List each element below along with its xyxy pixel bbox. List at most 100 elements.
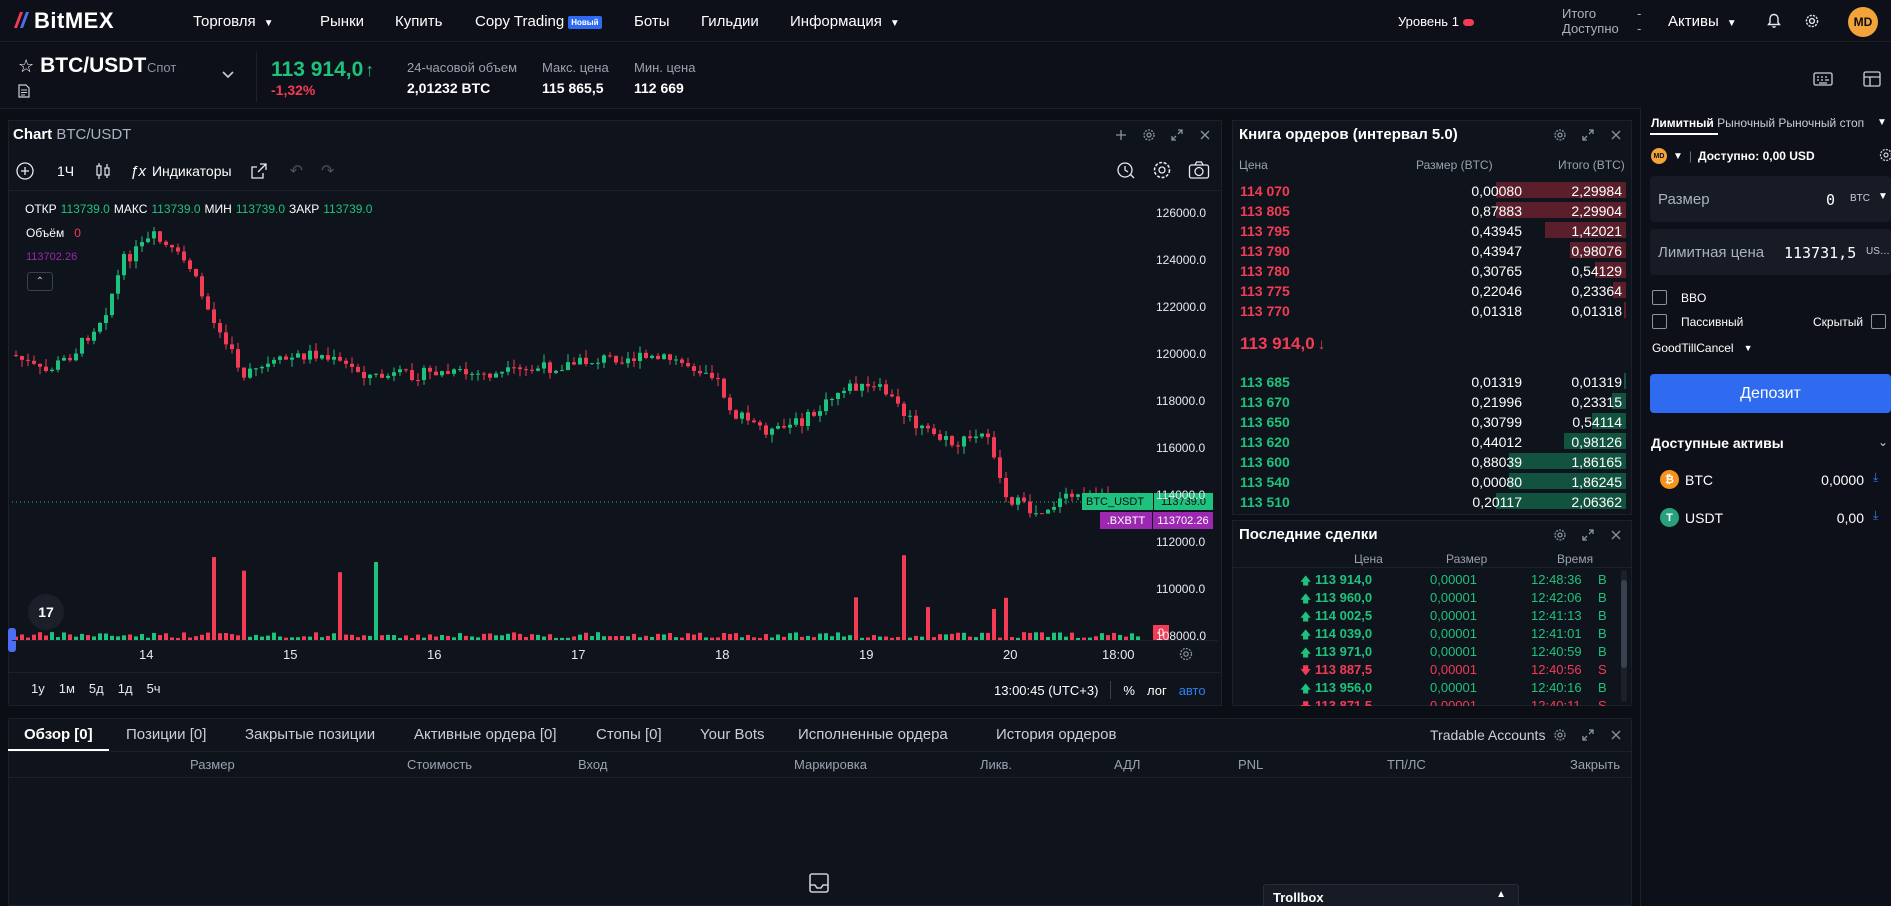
positions-tab[interactable]: Исполненные ордера — [798, 726, 948, 743]
price-chart[interactable] — [12, 195, 1154, 640]
gear-icon[interactable] — [1878, 147, 1891, 163]
time-in-force-select[interactable]: GoodTillCancel ▼ — [1652, 341, 1753, 355]
range-button[interactable]: 1м — [59, 681, 75, 696]
nav-markets[interactable]: Рынки — [320, 13, 364, 30]
range-button[interactable]: 5ч — [147, 681, 161, 696]
limit-price-input[interactable]: Лимитная цена 113731,5 US… — [1650, 229, 1891, 275]
settings-icon[interactable] — [1152, 160, 1172, 180]
orderbook-row[interactable]: 114 070 0,00080 2,29984 — [1236, 180, 1628, 200]
expand-icon[interactable] — [1170, 128, 1184, 142]
gear-icon[interactable] — [1553, 128, 1567, 142]
plus-icon[interactable] — [1114, 128, 1128, 142]
assets-menu[interactable]: Активы ▼ — [1668, 13, 1737, 30]
chevron-down-icon[interactable]: ⌄ — [1878, 435, 1888, 449]
gear-icon[interactable] — [1142, 128, 1156, 142]
range-button[interactable]: 1у — [31, 681, 45, 696]
orderbook-row[interactable]: 113 685 0,01319 0,01319 — [1236, 371, 1628, 391]
orderbook-row[interactable]: 113 650 0,30799 0,54114 — [1236, 411, 1628, 431]
orderbook-row[interactable]: 113 805 0,87883 2,29904 — [1236, 200, 1628, 220]
close-icon[interactable] — [1198, 128, 1212, 142]
positions-column-header[interactable]: Размер — [190, 757, 235, 772]
tab-market-stop[interactable]: Рыночный стоп — [1778, 116, 1864, 130]
close-icon[interactable] — [1609, 128, 1623, 142]
positions-column-header[interactable]: Закрыть — [1570, 757, 1620, 772]
expand-icon[interactable] — [1581, 528, 1595, 542]
camera-icon[interactable] — [1188, 160, 1210, 180]
time-axis[interactable] — [12, 640, 1218, 670]
orderbook-row[interactable]: 113 795 0,43945 1,42021 — [1236, 220, 1628, 240]
positions-column-header[interactable]: ТП/ЛС — [1387, 757, 1426, 772]
chevron-down-icon[interactable]: ▼ — [1878, 191, 1888, 202]
passive-checkbox[interactable] — [1652, 314, 1667, 329]
external-link-icon[interactable] — [250, 162, 268, 180]
positions-tab[interactable]: Активные ордера [0] — [414, 726, 557, 743]
nav-trading[interactable]: Торговля ▼ — [193, 13, 274, 30]
hidden-checkbox[interactable] — [1871, 314, 1887, 329]
nav-bots[interactable]: Боты — [634, 13, 670, 30]
orderbook-row[interactable]: 113 510 0,20117 2,06362 — [1236, 491, 1628, 511]
expand-icon[interactable] — [1581, 728, 1595, 742]
percent-toggle[interactable]: % — [1123, 683, 1135, 698]
positions-column-header[interactable]: Ликв. — [980, 757, 1012, 772]
tradable-accounts-link[interactable]: Tradable Accounts — [1430, 727, 1545, 743]
orderbook-row[interactable]: 113 775 0,22046 0,23364 — [1236, 280, 1628, 300]
keyboard-icon[interactable] — [1813, 71, 1833, 87]
account-selector[interactable]: MD ▼ | Доступно: 0,00 USD — [1651, 148, 1815, 164]
positions-tab[interactable]: Закрытые позиции — [245, 726, 375, 743]
tradingview-logo[interactable]: 17 — [28, 594, 64, 630]
function-icon[interactable]: ƒx — [130, 163, 146, 180]
orderbook-row[interactable]: 113 620 0,44012 0,98126 — [1236, 431, 1628, 451]
range-button[interactable]: 5д — [89, 681, 104, 696]
bbo-option[interactable]: BBO — [1652, 290, 1706, 305]
layout-icon[interactable] — [1862, 70, 1882, 88]
bitmex-logo[interactable]: BitMEX — [12, 8, 114, 34]
bbo-checkbox[interactable] — [1652, 290, 1667, 305]
chevron-down-icon[interactable]: ▼ — [1877, 117, 1891, 128]
passive-option[interactable]: Пассивный — [1652, 314, 1743, 329]
positions-tab[interactable]: История ордеров — [996, 726, 1116, 743]
close-icon[interactable] — [1609, 728, 1623, 742]
chevron-down-icon[interactable] — [221, 70, 235, 80]
orderbook-row[interactable]: 113 790 0,43947 0,98076 — [1236, 240, 1628, 260]
expand-icon[interactable] — [1581, 128, 1595, 142]
close-icon[interactable] — [1609, 528, 1623, 542]
nav-copy-trading[interactable]: Copy Trading Новый — [475, 13, 602, 30]
download-icon[interactable]: ⤓ — [1873, 508, 1878, 523]
candles-icon[interactable] — [94, 161, 112, 181]
range-button[interactable]: 1д — [118, 681, 133, 696]
timezone-clock[interactable]: 13:00:45 (UTC+3) — [994, 683, 1098, 698]
symbol-selector[interactable]: ☆ BTC/USDT — [18, 54, 146, 78]
undo-icon[interactable]: ↶ — [290, 161, 303, 181]
positions-tab[interactable]: Обзор [0] — [24, 726, 93, 743]
orderbook-row[interactable]: 113 770 0,01318 0,01318 — [1236, 300, 1628, 320]
document-icon[interactable] — [18, 84, 30, 98]
positions-tab[interactable]: Your Bots — [700, 726, 765, 743]
hidden-option[interactable]: Скрытый — [1813, 314, 1887, 329]
positions-column-header[interactable]: АДЛ — [1114, 757, 1140, 772]
orderbook-row[interactable]: 113 540 0,00080 1,86245 — [1236, 471, 1628, 491]
tab-limit[interactable]: Лимитный — [1651, 116, 1714, 130]
auto-toggle[interactable]: авто — [1179, 683, 1206, 698]
clock-replay-icon[interactable] — [1116, 160, 1136, 180]
orderbook-row[interactable]: 113 670 0,21996 0,23315 — [1236, 391, 1628, 411]
collapse-legend-button[interactable]: ⌃ — [27, 272, 53, 291]
positions-column-header[interactable]: PNL — [1238, 757, 1263, 772]
scrollbar-thumb[interactable] — [1621, 580, 1627, 668]
trades-scrollbar[interactable] — [1621, 570, 1627, 702]
positions-column-header[interactable]: Маркировка — [794, 757, 867, 772]
log-toggle[interactable]: лог — [1147, 683, 1167, 698]
indicators-button[interactable]: Индикаторы — [152, 163, 232, 179]
gear-icon[interactable] — [1804, 13, 1820, 29]
add-circle-icon[interactable] — [15, 161, 35, 181]
orderbook-row[interactable]: 113 780 0,30765 0,54129 — [1236, 260, 1628, 280]
tab-market[interactable]: Рыночный — [1717, 116, 1775, 130]
download-icon[interactable]: ⤓ — [1873, 470, 1878, 485]
bell-icon[interactable] — [1766, 13, 1782, 29]
trollbox-tab[interactable]: Trollbox ▲ — [1263, 884, 1519, 906]
positions-column-header[interactable]: Вход — [578, 757, 607, 772]
gear-icon[interactable] — [1178, 646, 1194, 662]
account-level[interactable]: Уровень 1 — [1398, 14, 1474, 29]
gear-icon[interactable] — [1553, 728, 1567, 742]
gear-icon[interactable] — [1553, 528, 1567, 542]
user-avatar[interactable]: MD — [1848, 7, 1878, 37]
